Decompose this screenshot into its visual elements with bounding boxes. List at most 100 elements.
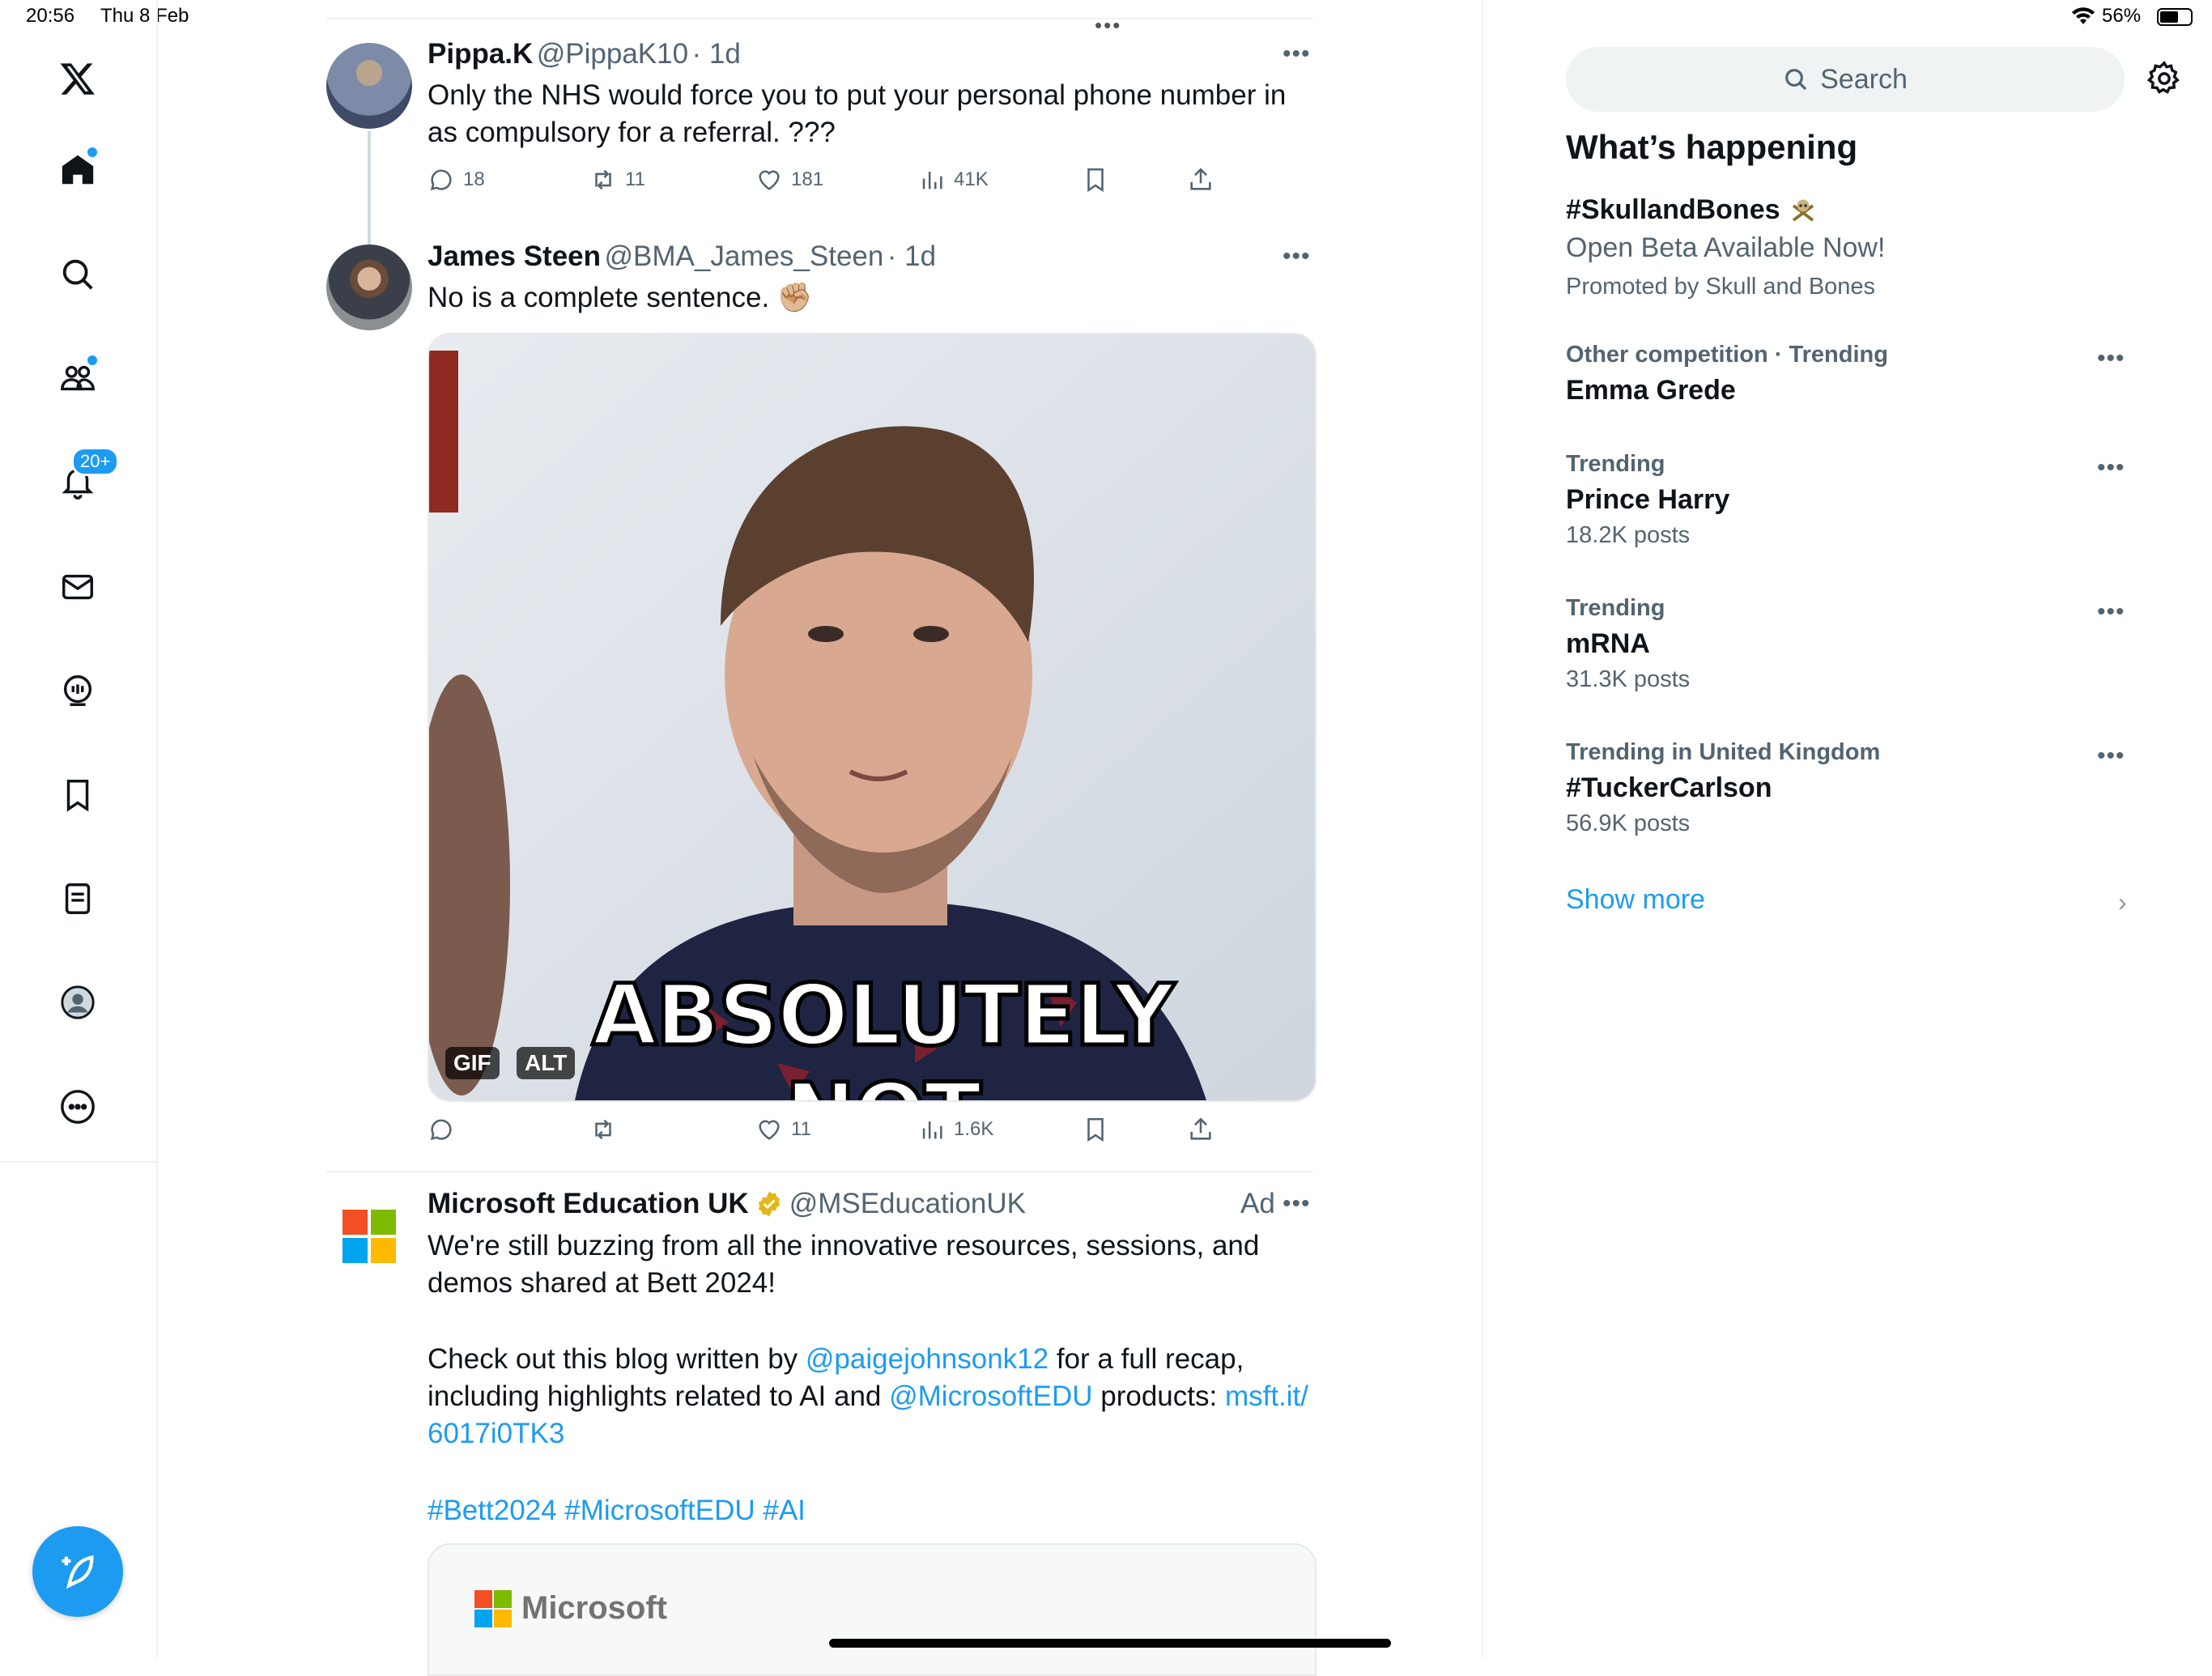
bookmark-icon [1087,168,1104,193]
trend-name: mRNA [1566,628,1650,659]
heart-icon [759,1120,780,1140]
author-name[interactable]: James Steen [428,240,601,272]
compose-post-button[interactable] [32,1526,123,1617]
trend-more-icon[interactable]: ••• [2097,345,2125,372]
author-name[interactable]: Microsoft Education UK [428,1188,749,1220]
promoted-trend[interactable]: #SkullandBones Open Beta Available Now! … [1566,194,2133,300]
share-button[interactable] [1187,1116,1214,1143]
bookmark-icon [1087,1117,1104,1142]
like-count: 11 [791,1118,811,1140]
ad-text-paragraph-2: Check out this blog written by @paigejoh… [428,1341,1313,1453]
tweet-text: No is a complete sentence. ✊🏼 [428,282,813,313]
trend-item[interactable]: Trending Prince Harry 18.2K posts [1566,451,2133,549]
x-logo-icon[interactable] [53,54,102,103]
spaces-microphone-icon[interactable] [53,666,102,715]
notifications-bell-icon[interactable]: 20+ [53,447,120,507]
communities-icon[interactable] [53,354,102,402]
explore-search-icon[interactable] [53,250,102,299]
trend-count: 31.3K posts [1566,666,1691,692]
tweet-header: James Steen @BMA_James_Steen · 1d [428,240,936,273]
ad-text-paragraph-1: We're still buzzing from all the innovat… [428,1230,1260,1299]
trend-more-icon[interactable]: ••• [2097,742,2125,770]
like-button[interactable]: 181 [755,166,823,194]
author-name[interactable]: Pippa.K [428,38,533,70]
reply-button[interactable] [428,1116,463,1143]
bookmark-button[interactable] [1082,166,1109,194]
promoted-by: Promoted by Skull and Bones [1566,274,1876,300]
like-count: 181 [791,168,824,190]
mention-link[interactable]: @paigejohnsonk12 [806,1343,1049,1375]
reply-icon [430,169,452,191]
search-icon [1785,69,1807,91]
bookmarks-icon[interactable] [53,771,102,819]
trend-item[interactable]: Other competition · Trending Emma Grede [1566,342,2133,406]
top-grabber[interactable]: ••• [1095,13,1121,38]
author-handle[interactable]: @BMA_James_Steen [604,240,883,272]
trend-item[interactable]: Trending mRNA 31.3K posts [1566,595,2133,693]
trend-more-icon[interactable]: ••• [2097,454,2125,482]
home-icon[interactable] [53,146,102,194]
share-button[interactable] [1187,166,1214,194]
retweet-count: 11 [625,168,645,190]
trend-item[interactable]: Trending in United Kingdom #TuckerCarlso… [1566,739,2133,837]
notifications-badge: 20+ [71,447,120,476]
messages-mail-icon[interactable] [53,563,102,611]
tweet-time[interactable]: · 1d [887,240,936,272]
retweet-icon [595,169,611,190]
views-chart-icon [922,172,942,189]
tweet-actions: 18 11 181 41K [428,166,1313,198]
ad-text: Check out this blog written by [428,1343,806,1375]
tweet-more-icon[interactable]: ••• [1283,40,1311,68]
tweet-more-icon[interactable]: ••• [1283,1190,1311,1218]
battery-icon [2157,8,2193,26]
search-placeholder: Search [1820,63,1908,95]
bookmark-button[interactable] [1082,1116,1109,1143]
more-options-icon[interactable] [53,1083,102,1131]
avatar[interactable] [326,245,412,330]
retweet-button[interactable] [589,1116,625,1143]
views-button[interactable]: 1.6K [918,1116,993,1143]
chevron-right-icon[interactable]: › [2118,887,2127,917]
like-button[interactable]: 11 [755,1116,811,1143]
battery-percent: 56% [2102,5,2142,27]
gif-badge: GIF [445,1047,500,1079]
author-handle[interactable]: @PippaK10 [537,38,688,70]
author-handle[interactable]: @MSEducationUK [789,1188,1026,1220]
reply-icon [430,1119,452,1141]
wifi-icon [2071,6,2095,30]
mention-link[interactable]: @MicrosoftEDU [889,1380,1092,1412]
lists-icon[interactable] [53,874,102,923]
hashtag-links[interactable]: #Bett2024 #MicrosoftEDU #AI [428,1492,806,1529]
profile-avatar-icon[interactable] [53,978,102,1027]
tweet-header: Pippa.K @PippaK10 · 1d [428,38,741,70]
microsoft-logo-avatar[interactable] [342,1210,396,1263]
trend-meta: Trending in United Kingdom [1566,739,1881,765]
trend-more-icon[interactable]: ••• [2097,598,2125,626]
settings-gear-icon[interactable] [2146,60,2183,101]
gif-media[interactable]: ABSOLUTELY NOT GIF ALT [428,333,1317,1102]
search-bar[interactable]: Search [1566,47,2125,112]
gif-caption: ABSOLUTELY NOT [590,964,1176,1101]
retweet-icon [595,1119,611,1140]
tweet-time[interactable]: · 1d [692,38,741,70]
card-logo-text: Microsoft [521,1590,667,1626]
avatar[interactable] [326,43,412,129]
share-icon [1190,1117,1211,1140]
tweet-header: Microsoft Education UK @MSEducationUK [428,1188,1026,1220]
reply-count: 18 [463,168,485,190]
retweet-button[interactable]: 11 [589,166,645,194]
feed-top-divider [326,18,1313,19]
promoted-tag: #SkullandBones [1566,194,1780,225]
views-button[interactable]: 41K [918,166,989,194]
view-count: 1.6K [954,1118,994,1140]
trend-meta: Trending [1566,595,1665,621]
reply-button[interactable]: 18 [428,166,485,194]
home-indicator[interactable] [829,1639,1391,1648]
trend-name: Prince Harry [1566,484,1730,515]
left-navigation: 20+ [0,0,158,1163]
alt-text-button[interactable]: ALT [517,1047,576,1079]
link-card[interactable]: Microsoft [428,1543,1317,1676]
trend-name: Emma Grede [1566,375,1736,406]
tweet-more-icon[interactable]: ••• [1283,243,1311,270]
show-more-link[interactable]: Show more [1566,884,1705,916]
